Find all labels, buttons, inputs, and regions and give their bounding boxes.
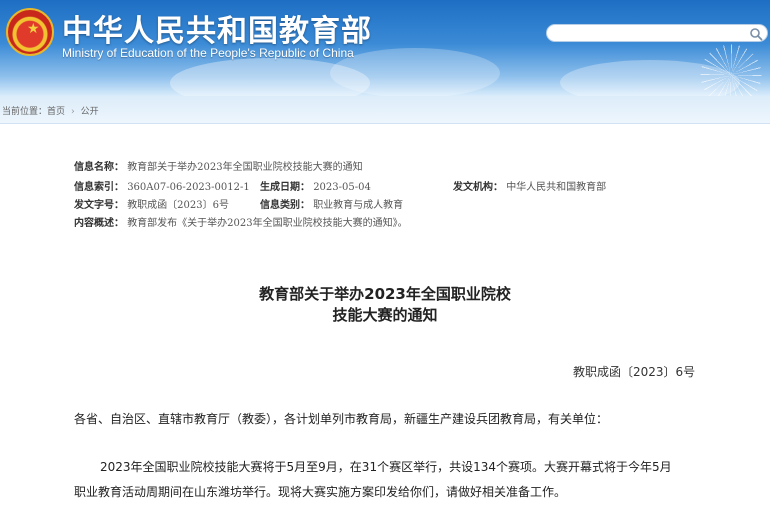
meta-issuer-value: 中华人民共和国教育部 bbox=[506, 182, 607, 193]
dandelion-decoration bbox=[700, 44, 762, 96]
search-box bbox=[546, 24, 768, 42]
breadcrumb-label: 当前位置： bbox=[2, 107, 48, 117]
article-salutation: 各省、自治区、直辖市教育厅（教委），各计划单列市教育局，新疆生产建设兵团教育局，… bbox=[74, 412, 609, 426]
meta-summary-label: 内容概述： bbox=[74, 218, 124, 229]
site-title[interactable]: 中华人民共和国教育部 bbox=[62, 6, 372, 50]
cloud-decoration bbox=[330, 48, 500, 96]
meta-row-docno: 发文字号： 教职成函〔2023〕6号 bbox=[74, 199, 229, 213]
breadcrumb-separator: › bbox=[71, 107, 75, 117]
meta-row-issuer: 发文机构： 中华人民共和国教育部 bbox=[453, 181, 606, 195]
meta-date-label: 生成日期： bbox=[260, 182, 310, 193]
meta-docno-label: 发文字号： bbox=[74, 200, 124, 211]
article-paragraph-line-2: 职业教育活动周期间在山东潍坊举行。现将大赛实施方案印发给你们，请做好相关准备工作… bbox=[74, 485, 567, 499]
breadcrumb-bar: 当前位置：首页 › 公开 bbox=[0, 96, 770, 124]
meta-summary-value: 教育部发布《关于举办2023年全国职业院校技能大赛的通知》。 bbox=[127, 218, 408, 229]
meta-name-value: 教育部关于举办2023年全国职业院校技能大赛的通知 bbox=[127, 162, 363, 173]
breadcrumb-home-link[interactable]: 首页 bbox=[47, 107, 65, 117]
site-subtitle: Ministry of Education of the People's Re… bbox=[62, 46, 354, 60]
site-header: ★ 中华人民共和国教育部 Ministry of Education of th… bbox=[0, 0, 770, 96]
meta-row-index: 信息索引： 360A07-06-2023-0012-1 bbox=[74, 181, 250, 195]
national-emblem-icon[interactable]: ★ bbox=[6, 8, 54, 56]
meta-docno-value: 教职成函〔2023〕6号 bbox=[127, 200, 229, 211]
breadcrumb: 当前位置：首页 › 公开 bbox=[2, 104, 99, 117]
meta-category-value: 职业教育与成人教育 bbox=[313, 200, 404, 211]
meta-index-label: 信息索引： bbox=[74, 182, 124, 193]
article-title-line-2: 技能大赛的通知 bbox=[332, 306, 438, 324]
meta-date-value: 2023-05-04 bbox=[313, 182, 371, 193]
meta-row-summary: 内容概述： 教育部发布《关于举办2023年全国职业院校技能大赛的通知》。 bbox=[74, 217, 408, 231]
meta-row-category: 信息类别： 职业教育与成人教育 bbox=[260, 199, 403, 213]
meta-category-label: 信息类别： bbox=[260, 200, 310, 211]
search-input[interactable] bbox=[555, 26, 745, 40]
breadcrumb-public-link[interactable]: 公开 bbox=[81, 107, 99, 117]
article-paragraph-line-1: 2023年全国职业院校技能大赛将于5月至9月，在31个赛区举行，共设134个赛项… bbox=[100, 460, 672, 474]
meta-index-value: 360A07-06-2023-0012-1 bbox=[127, 182, 250, 193]
meta-name-label: 信息名称： bbox=[74, 162, 124, 173]
meta-row-name: 信息名称： 教育部关于举办2023年全国职业院校技能大赛的通知 bbox=[74, 161, 363, 175]
article-doc-number: 教职成函〔2023〕6号 bbox=[573, 365, 696, 379]
meta-row-date: 生成日期： 2023-05-04 bbox=[260, 181, 371, 195]
article-title-line-1: 教育部关于举办2023年全国职业院校 bbox=[259, 285, 511, 303]
star-icon: ★ bbox=[27, 21, 40, 37]
search-icon[interactable] bbox=[749, 27, 763, 41]
meta-issuer-label: 发文机构： bbox=[453, 182, 503, 193]
